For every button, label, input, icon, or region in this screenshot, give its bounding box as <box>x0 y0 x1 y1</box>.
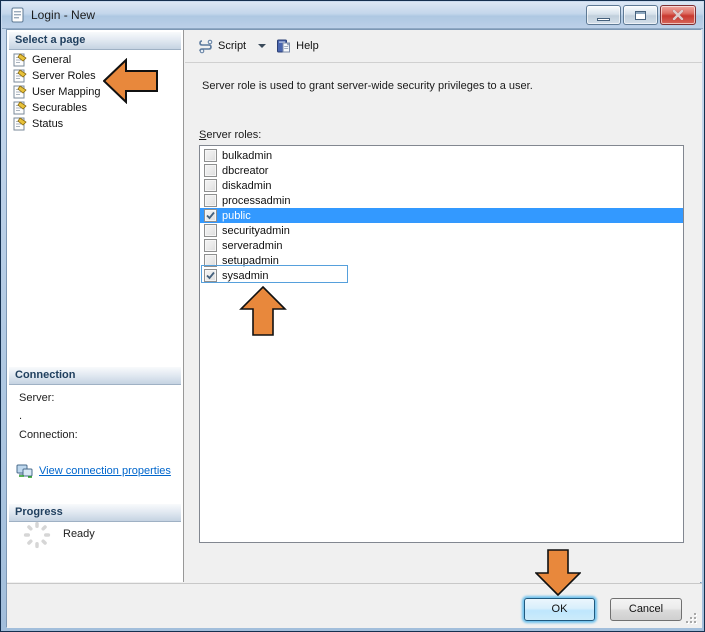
sidebar-item-label: Server Roles <box>32 70 96 82</box>
sidebar-item-user-mapping[interactable]: User Mapping <box>13 84 100 100</box>
role-row-diskadmin[interactable]: diskadmin <box>200 178 683 193</box>
page-icon <box>13 117 27 131</box>
check-icon <box>205 210 216 221</box>
sidebar-item-label: User Mapping <box>32 86 100 98</box>
checkbox-setupadmin[interactable] <box>204 254 217 267</box>
role-row-processadmin[interactable]: processadmin <box>200 193 683 208</box>
role-row-sysadmin[interactable]: sysadmin <box>200 268 683 283</box>
maximize-button[interactable] <box>623 5 658 25</box>
titlebar: Login - New <box>2 2 703 29</box>
dialog-footer: OK Cancel <box>7 583 702 628</box>
sidebar-item-status[interactable]: Status <box>13 116 100 132</box>
select-a-page-header: Select a page <box>9 32 181 50</box>
script-icon <box>198 38 214 54</box>
form-window-icon <box>11 7 24 23</box>
role-row-bulkadmin[interactable]: bulkadmin <box>200 148 683 163</box>
role-row-public[interactable]: public <box>200 208 683 223</box>
checkbox-diskadmin[interactable] <box>204 179 217 192</box>
checkbox-serveradmin[interactable] <box>204 239 217 252</box>
cancel-button[interactable]: Cancel <box>610 598 682 621</box>
checkbox-dbcreator[interactable] <box>204 164 217 177</box>
server-label: Server: <box>19 392 54 404</box>
progress-spinner-icon <box>23 521 51 549</box>
page-icon <box>13 53 27 67</box>
progress-status: Ready <box>63 528 95 540</box>
ok-button[interactable]: OK <box>524 598 595 621</box>
page-list: General Server Roles User Mapping Secura… <box>9 52 100 132</box>
checkbox-processadmin[interactable] <box>204 194 217 207</box>
sidebar-item-server-roles[interactable]: Server Roles <box>13 68 100 84</box>
close-icon <box>672 10 684 20</box>
dialog-client-area: Select a page General Server Roles User … <box>6 29 701 627</box>
toolbar: Script Help <box>185 30 702 63</box>
login-new-window: Login - New Select a page General <box>0 0 705 632</box>
connection-label: Connection: <box>19 429 78 441</box>
help-button[interactable]: Help <box>272 34 323 58</box>
progress-header: Progress <box>9 504 181 522</box>
script-button[interactable]: Script <box>194 34 250 58</box>
sidebar-item-label: Securables <box>32 102 87 114</box>
view-connection-properties-link[interactable]: View connection properties <box>39 465 171 477</box>
checkbox-securityadmin[interactable] <box>204 224 217 237</box>
window-controls <box>586 5 696 25</box>
page-description: Server role is used to grant server-wide… <box>202 80 533 92</box>
window-title: Login - New <box>31 8 95 22</box>
checkbox-public-checked[interactable] <box>204 209 217 222</box>
sidebar-item-label: Status <box>32 118 63 130</box>
connection-header: Connection <box>9 367 181 385</box>
server-roles-label: Server roles: <box>199 129 261 141</box>
sidebar-item-securables[interactable]: Securables <box>13 100 100 116</box>
maximize-icon <box>635 11 646 20</box>
help-icon <box>276 38 292 54</box>
sidebar-item-general[interactable]: General <box>13 52 100 68</box>
role-row-setupadmin[interactable]: setupadmin <box>200 253 683 268</box>
server-roles-listbox[interactable]: bulkadmin dbcreator diskadmin processadm… <box>199 145 684 543</box>
script-dropdown-caret-icon[interactable] <box>258 44 266 48</box>
sidebar: Select a page General Server Roles User … <box>7 30 184 582</box>
close-button[interactable] <box>660 5 696 25</box>
help-button-label: Help <box>296 40 319 52</box>
page-icon <box>13 69 27 83</box>
minimize-button[interactable] <box>586 5 621 25</box>
script-button-label: Script <box>218 40 246 52</box>
sidebar-item-label: General <box>32 54 71 66</box>
server-value: . <box>19 410 22 422</box>
role-row-serveradmin[interactable]: serveradmin <box>200 238 683 253</box>
checkbox-bulkadmin[interactable] <box>204 149 217 162</box>
connection-properties-icon <box>16 463 34 479</box>
resize-grip[interactable] <box>685 612 696 623</box>
minimize-icon <box>597 18 610 21</box>
page-icon <box>13 85 27 99</box>
role-row-securityadmin[interactable]: securityadmin <box>200 223 683 238</box>
check-icon <box>205 270 216 281</box>
role-row-dbcreator[interactable]: dbcreator <box>200 163 683 178</box>
checkbox-sysadmin-checked[interactable] <box>204 269 217 282</box>
page-icon <box>13 101 27 115</box>
main-panel: Script Help Server role is used to grant <box>185 30 702 582</box>
